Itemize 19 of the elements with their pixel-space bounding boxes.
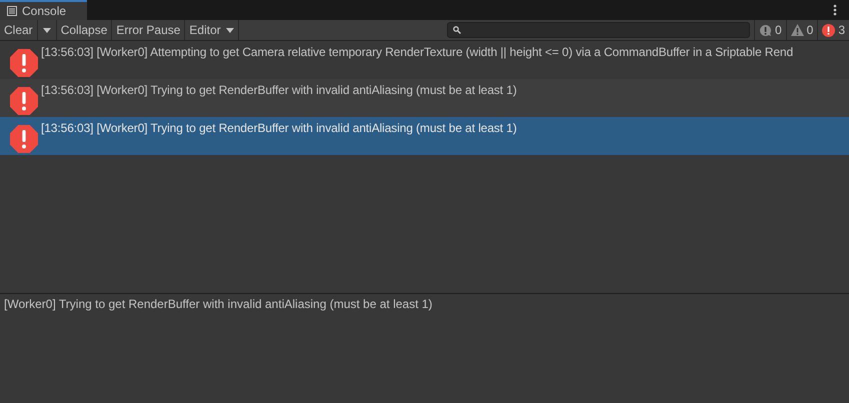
speech-bubble-icon (758, 24, 772, 36)
log-message: [13:56:03] [Worker0] Trying to get RenderBuffer with invalid antiAliasing (must be at least 1) (41, 82, 517, 97)
caret-icon (226, 28, 234, 32)
log-message: [13:56:03] [Worker0] Attempting to get Camera relative temporary RenderTexture (width || height <= 0) via a CommandBuffer in a Sriptable Rend (41, 44, 794, 59)
error-icon (822, 24, 836, 36)
more-icon[interactable] (833, 4, 837, 16)
error-icon (10, 125, 38, 153)
log-entry[interactable]: [13:56:03] [Worker0] Trying to get RenderBuffer with invalid antiAliasing (must be at least 1) (0, 79, 849, 117)
search-field[interactable] (446, 22, 750, 38)
caret-icon (42, 28, 51, 32)
log-detail: [Worker0] Trying to get RenderBuffer with invalid antiAliasing (must be at least 1) (4, 297, 432, 311)
warning-icon (790, 24, 804, 36)
console-tab[interactable]: Console (0, 0, 87, 20)
log-entry[interactable]: [13:56:03] [Worker0] Trying to get RenderBuffer with invalid antiAliasing (must be at least 1) (0, 117, 849, 155)
search-icon (452, 26, 461, 34)
error-icon (10, 49, 38, 77)
error-icon (10, 87, 38, 115)
log-message: [13:56:03] [Worker0] Trying to get RenderBuffer with invalid antiAliasing (must be at least 1) (41, 120, 517, 135)
list-icon (7, 6, 17, 16)
